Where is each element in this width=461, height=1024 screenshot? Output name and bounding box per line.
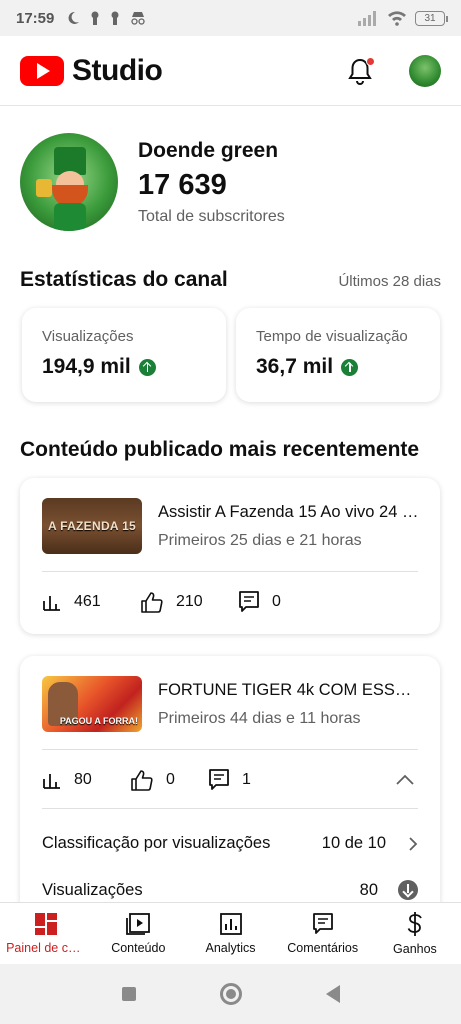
thumbnail-text: A FAZENDA 15 bbox=[47, 519, 137, 533]
video-period: Primeiros 44 dias e 11 horas bbox=[158, 709, 361, 727]
divider bbox=[42, 808, 418, 809]
divider bbox=[42, 571, 418, 572]
nav-label: Ganhos bbox=[393, 942, 437, 956]
back-button[interactable] bbox=[325, 985, 340, 1003]
logo-text: Studio bbox=[72, 53, 163, 87]
dashboard-icon bbox=[35, 913, 58, 935]
stats-period: Últimos 28 dias bbox=[338, 273, 441, 290]
views-chart-icon bbox=[43, 774, 60, 789]
like-icon bbox=[141, 592, 163, 613]
subscriber-label: Total de subscritores bbox=[138, 207, 285, 225]
thumbnail-text: PAGOU A FORRA! bbox=[59, 716, 138, 726]
nav-comments[interactable]: Comentários bbox=[277, 903, 369, 964]
system-navigation bbox=[0, 964, 461, 1024]
arrow-down-icon bbox=[398, 880, 418, 900]
earn-icon bbox=[407, 912, 422, 936]
comment-icon bbox=[209, 769, 229, 790]
nav-dashboard[interactable]: Painel de controlo bbox=[0, 903, 92, 964]
stat-card-views[interactable]: Visualizações 194,9 mil bbox=[22, 308, 226, 402]
stat-card-watch-time[interactable]: Tempo de visualização 36,7 mil bbox=[236, 308, 440, 402]
stats-header: Estatísticas do canal Últimos 28 dias bbox=[20, 268, 441, 292]
likes-count: 0 bbox=[166, 771, 175, 788]
nav-label: Painel de controlo bbox=[6, 941, 86, 955]
ranking-label: Classificação por visualizações bbox=[42, 834, 271, 852]
channel-name: Doende green bbox=[138, 138, 279, 162]
battery-icon: 31 bbox=[415, 10, 448, 26]
stats-title: Estatísticas do canal bbox=[20, 268, 228, 291]
stat-label: Visualizações bbox=[42, 328, 134, 345]
trend-up-icon bbox=[138, 358, 156, 376]
stat-label: Tempo de visualização bbox=[256, 328, 408, 345]
studio-logo[interactable]: Studio bbox=[20, 53, 163, 88]
nav-analytics[interactable]: Analytics bbox=[184, 903, 276, 964]
content-icon bbox=[126, 913, 151, 935]
video-thumbnail[interactable]: A FAZENDA 15 bbox=[42, 498, 142, 554]
battery-level: 31 bbox=[424, 12, 436, 24]
views-value: 80 bbox=[359, 880, 378, 899]
video-period: Primeiros 25 dias e 21 horas bbox=[158, 531, 362, 549]
status-icons bbox=[66, 11, 146, 25]
views-count: 80 bbox=[74, 771, 92, 788]
keyhole-icon bbox=[111, 11, 119, 25]
video-card[interactable]: PAGOU A FORRA! FORTUNE TIGER 4k COM ESSE… bbox=[20, 656, 440, 916]
account-avatar[interactable] bbox=[409, 54, 441, 87]
video-title: FORTUNE TIGER 4k COM ESSE BANCA bbox=[158, 680, 418, 699]
comments-count: 1 bbox=[242, 771, 251, 788]
home-button[interactable] bbox=[219, 983, 242, 1005]
recent-title: Conteúdo publicado mais recentemente bbox=[20, 438, 420, 461]
video-row[interactable]: PAGOU A FORRA! FORTUNE TIGER 4k COM ESSE… bbox=[42, 676, 418, 732]
stat-value: 194,9 mil bbox=[42, 355, 131, 378]
nav-label: Comentários bbox=[287, 941, 359, 955]
youtube-play-icon bbox=[20, 55, 64, 86]
video-row[interactable]: A FAZENDA 15 Assistir A Fazenda 15 Ao vi… bbox=[42, 498, 418, 554]
video-card[interactable]: A FAZENDA 15 Assistir A Fazenda 15 Ao vi… bbox=[20, 478, 440, 634]
like-icon bbox=[131, 770, 153, 791]
recent-apps-button[interactable] bbox=[121, 987, 136, 1001]
views-row[interactable]: Visualizações 80 bbox=[42, 880, 418, 900]
comment-icon bbox=[239, 591, 259, 612]
channel-profile: Doende green 17 639 Total de subscritore… bbox=[20, 132, 440, 232]
channel-avatar bbox=[20, 133, 118, 231]
trend-up-icon bbox=[341, 358, 359, 376]
likes-count: 210 bbox=[176, 593, 203, 610]
ranking-value: 10 de 10 bbox=[321, 834, 386, 852]
signal-icon bbox=[358, 11, 376, 26]
app-bar: Studio bbox=[0, 36, 461, 106]
moon-icon bbox=[68, 11, 80, 24]
subscriber-count: 17 639 bbox=[138, 168, 227, 201]
recent-header: Conteúdo publicado mais recentemente bbox=[20, 438, 441, 462]
video-metrics: 80 0 1 bbox=[42, 768, 418, 792]
nav-content[interactable]: Conteúdo bbox=[92, 903, 184, 964]
notification-dot bbox=[366, 56, 375, 66]
nav-label: Conteúdo bbox=[111, 941, 166, 955]
comments-count: 0 bbox=[272, 593, 281, 610]
video-title: Assistir A Fazenda 15 Ao vivo 24 horas bbox=[158, 502, 418, 521]
bottom-navigation: Painel de controlo Conteúdo Analytics Co… bbox=[0, 902, 461, 964]
chevron-right-icon bbox=[409, 836, 418, 851]
views-label: Visualizações bbox=[42, 880, 143, 899]
analytics-icon bbox=[219, 913, 242, 935]
views-count: 461 bbox=[74, 593, 101, 610]
comments-icon bbox=[312, 913, 333, 934]
incognito-icon bbox=[131, 12, 146, 25]
ranking-row[interactable]: Classificação por visualizações 10 de 10 bbox=[42, 834, 418, 853]
video-metrics: 461 210 0 bbox=[42, 590, 418, 614]
divider bbox=[42, 749, 418, 750]
keyhole-icon bbox=[91, 11, 99, 25]
nav-label: Analytics bbox=[205, 941, 256, 955]
status-bar: 17:59 31 bbox=[0, 0, 461, 36]
status-time: 17:59 bbox=[16, 9, 55, 27]
notifications-button[interactable] bbox=[347, 56, 375, 85]
nav-earn[interactable]: Ganhos bbox=[369, 903, 461, 964]
chevron-up-icon[interactable] bbox=[396, 774, 414, 786]
wifi-icon bbox=[388, 11, 406, 26]
stat-value: 36,7 mil bbox=[256, 355, 334, 378]
video-thumbnail[interactable]: PAGOU A FORRA! bbox=[42, 676, 142, 732]
views-chart-icon bbox=[43, 596, 60, 611]
